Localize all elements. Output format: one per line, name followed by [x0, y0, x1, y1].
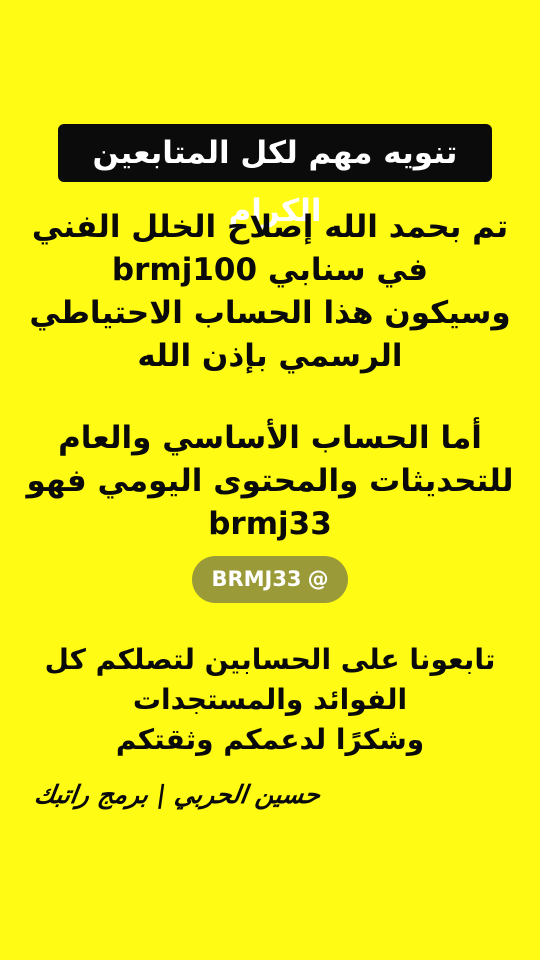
handwritten-signature: حسين الحربي | برمج راتبك: [32, 780, 323, 809]
closing-text: تابعونا على الحسابين لتصلكم كل الفوائد و…: [10, 640, 530, 760]
closing-line: تابعونا على الحسابين لتصلكم كل: [44, 643, 496, 676]
announcement-line: تم بحمد الله إصلاح الخلل الفني: [31, 209, 509, 245]
mention-username: BRMJ33: [211, 567, 302, 591]
announcement-line: وسيكون هذا الحساب الاحتياطي: [29, 295, 511, 331]
main-account-text: أما الحساب الأساسي والعام للتحديثات والم…: [10, 417, 530, 546]
main-account-line: للتحديثات والمحتوى اليومي فهو: [26, 463, 514, 499]
announcement-line: الرسمي بإذن الله: [137, 338, 403, 374]
closing-line: الفوائد والمستجدات: [132, 683, 408, 716]
announcement-line: في سنابي brmj100: [111, 252, 429, 288]
closing-line: وشكرًا لدعمكم وثقتكم: [115, 723, 425, 756]
main-account-line: أما الحساب الأساسي والعام: [58, 420, 482, 456]
repair-announcement-text: تم بحمد الله إصلاح الخلل الفني في سنابي …: [10, 206, 530, 378]
mention-sticker-brmj33[interactable]: BRMJ33 @: [192, 556, 348, 603]
main-account-line: brmj33: [208, 506, 332, 542]
announcement-title-banner: تنويه مهم لكل المتابعين الكرام: [58, 124, 492, 229]
at-icon: @: [307, 567, 329, 591]
